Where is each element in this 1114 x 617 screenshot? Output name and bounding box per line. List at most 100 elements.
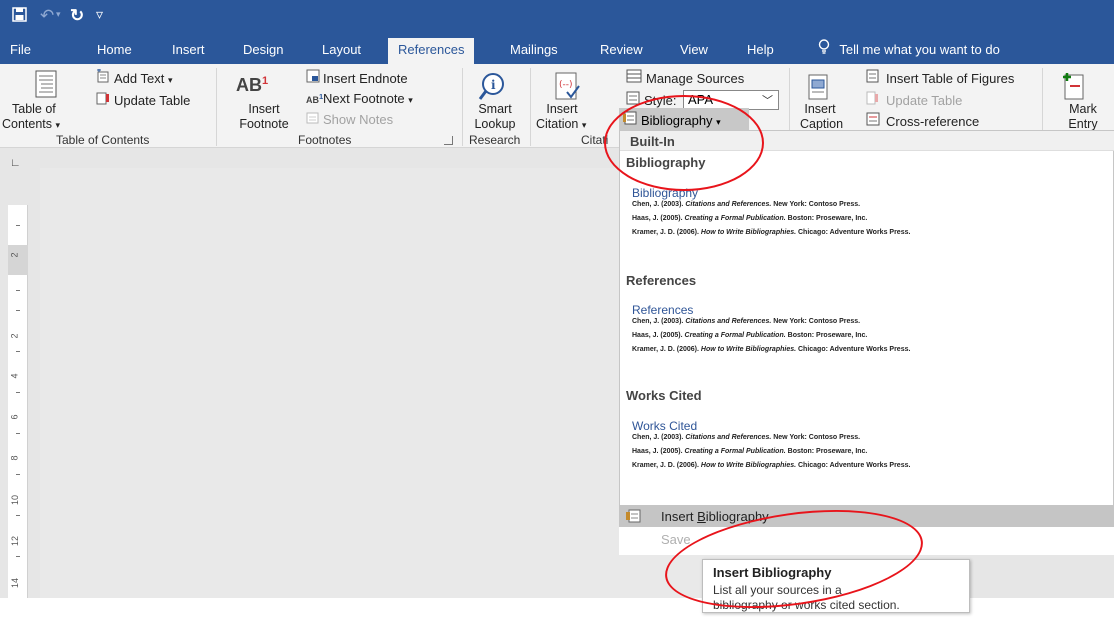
preview-title: References	[632, 303, 694, 317]
ruler-number: 6	[9, 414, 20, 420]
tell-me-box[interactable]: Tell me what you want to do	[818, 39, 1000, 58]
tab-home[interactable]: Home	[97, 42, 132, 57]
table-of-contents-button[interactable]: Table of Contents ▾	[2, 102, 60, 133]
update-table-button[interactable]: Update Table	[96, 91, 190, 108]
tab-layout[interactable]: Layout	[322, 42, 361, 57]
update-table-icon	[866, 91, 886, 108]
preview-reference: Haas, J. (2005). Creating a Formal Publi…	[632, 448, 868, 455]
ruler-number: 2	[9, 333, 20, 339]
chevron-down-icon: ﹀	[762, 95, 773, 107]
ribbon-tabs: File Home Insert Design Layout Reference…	[0, 36, 1114, 64]
gallery-header: Built-In	[620, 131, 1114, 151]
tab-help[interactable]: Help	[747, 42, 774, 57]
insert-endnote-icon	[306, 69, 323, 86]
preview-reference: Kramer, J. D. (2006). How to Write Bibli…	[632, 229, 911, 236]
ruler-tick	[16, 515, 20, 516]
next-footnote-icon: AB1	[306, 92, 324, 105]
smart-lookup-label-2: Lookup	[474, 117, 516, 131]
word-window: ↶ ▾ ↻ ▿ File Home Insert Design Layout R…	[0, 0, 1114, 617]
gallery-category: Bibliography	[626, 155, 706, 170]
tab-review[interactable]: Review	[600, 42, 643, 57]
smart-lookup-button[interactable]: Smart Lookup	[472, 102, 518, 132]
tab-mailings[interactable]: Mailings	[510, 42, 558, 57]
manage-sources-button[interactable]: Manage Sources	[626, 69, 744, 86]
ruler-tick	[16, 392, 20, 393]
save-selection-menu-item[interactable]: Save	[661, 532, 691, 547]
table-of-contents-icon[interactable]	[35, 70, 57, 103]
insert-caption-button[interactable]: Insert Caption	[800, 102, 843, 132]
ruler-tick	[16, 225, 20, 226]
insert-caption-icon[interactable]	[808, 74, 828, 105]
tooltip-line-2: bibliography or works cited section.	[713, 598, 900, 612]
preview-reference: Haas, J. (2005). Creating a Formal Publi…	[632, 332, 868, 339]
tab-design[interactable]: Design	[243, 42, 283, 57]
undo-dropdown-icon[interactable]: ▾	[56, 9, 61, 20]
svg-text:i: i	[491, 78, 496, 92]
lightbulb-icon	[818, 39, 836, 58]
bibliography-gallery: Built-In Bibliography Bibliography Chen,…	[619, 130, 1114, 550]
tab-file[interactable]: File	[10, 42, 31, 57]
cross-reference-icon	[866, 112, 886, 129]
ruler-number: 4	[9, 373, 20, 379]
preview-title: Works Cited	[632, 419, 698, 433]
gallery-category: References	[626, 273, 697, 288]
ruler-tick	[16, 556, 20, 557]
customize-toolbar-icon[interactable]: ▿	[96, 6, 103, 23]
ruler-number: 14	[10, 577, 21, 589]
cross-reference-button[interactable]: Cross-reference	[866, 112, 979, 129]
ruler-number: 12	[10, 535, 21, 547]
bibliography-button[interactable]: Bibliography ▾	[619, 108, 749, 130]
preview-reference: Kramer, J. D. (2006). How to Write Bibli…	[632, 346, 911, 353]
ruler-tick	[16, 351, 20, 352]
citation-style-dropdown[interactable]: APA ﹀	[683, 90, 779, 110]
bibliography-icon	[623, 111, 641, 128]
insert-table-of-figures-button[interactable]: Insert Table of Figures	[866, 69, 1014, 86]
tab-selector-icon[interactable]: ∟	[10, 157, 21, 169]
insert-footnote-icon[interactable]: AB1	[236, 75, 268, 96]
show-notes-button[interactable]: Show Notes	[306, 112, 393, 127]
preview-reference: Kramer, J. D. (2006). How to Write Bibli…	[632, 462, 911, 469]
mark-entry-label-1: Mark	[1069, 102, 1097, 116]
insert-citation-button[interactable]: Insert Citation ▾	[534, 102, 590, 133]
next-footnote-button[interactable]: AB1Next Footnote ▾	[306, 91, 413, 106]
ruler-number: 10	[10, 494, 21, 506]
preview-reference: Chen, J. (2003). Citations and Reference…	[632, 434, 861, 441]
preview-reference: Haas, J. (2005). Creating a Formal Publi…	[632, 215, 868, 222]
footnotes-dialog-launcher-icon[interactable]	[444, 136, 453, 145]
redo-icon[interactable]: ↻	[70, 6, 84, 26]
mark-entry-icon[interactable]	[1062, 72, 1086, 105]
insert-bibliography-label: Insert Bibliography	[661, 509, 769, 524]
preview-reference: Chen, J. (2003). Citations and Reference…	[632, 318, 861, 325]
tab-insert[interactable]: Insert	[172, 42, 205, 57]
insert-endnote-button[interactable]: Insert Endnote	[306, 69, 408, 86]
group-label-research: Research	[469, 133, 521, 147]
ruler-tick	[16, 310, 20, 311]
title-bar: ↶ ▾ ↻ ▿	[0, 0, 1114, 36]
insert-bibliography-icon	[625, 509, 641, 528]
save-icon[interactable]	[12, 7, 27, 27]
insert-footnote-button[interactable]: Insert Footnote	[234, 102, 294, 132]
add-text-button[interactable]: Add Text ▾	[96, 68, 173, 86]
tab-view[interactable]: View	[680, 42, 708, 57]
svg-text:(--): (--)	[559, 80, 573, 90]
insert-footnote-label-1: Insert	[248, 102, 280, 116]
smart-lookup-label-1: Smart	[478, 102, 512, 116]
preview-reference: Chen, J. (2003). Citations and Reference…	[632, 201, 861, 208]
insert-caption-label-1: Insert	[804, 102, 836, 116]
citation-style-value: APA	[688, 92, 714, 107]
group-label-citations: Citati	[581, 133, 609, 147]
preview-title: Bibliography	[632, 186, 699, 200]
ruler-tick	[16, 290, 20, 291]
group-separator	[462, 68, 463, 146]
tell-me-text: Tell me what you want to do	[839, 42, 1000, 57]
tab-references[interactable]: References	[388, 38, 475, 64]
vertical-ruler: 2 2 4 6 8 10 12 14	[8, 205, 28, 600]
insert-bibliography-menu-item[interactable]: Insert Bibliography	[619, 505, 1114, 527]
ruler-number: 8	[9, 455, 20, 461]
undo-icon[interactable]: ↶	[40, 6, 54, 26]
mark-entry-button[interactable]: Mark Entry	[1062, 102, 1104, 132]
group-label-footnotes: Footnotes	[298, 133, 352, 147]
add-text-icon	[96, 68, 114, 86]
manage-sources-icon	[626, 69, 646, 86]
update-table-of-figures-button[interactable]: Update Table	[866, 91, 962, 108]
